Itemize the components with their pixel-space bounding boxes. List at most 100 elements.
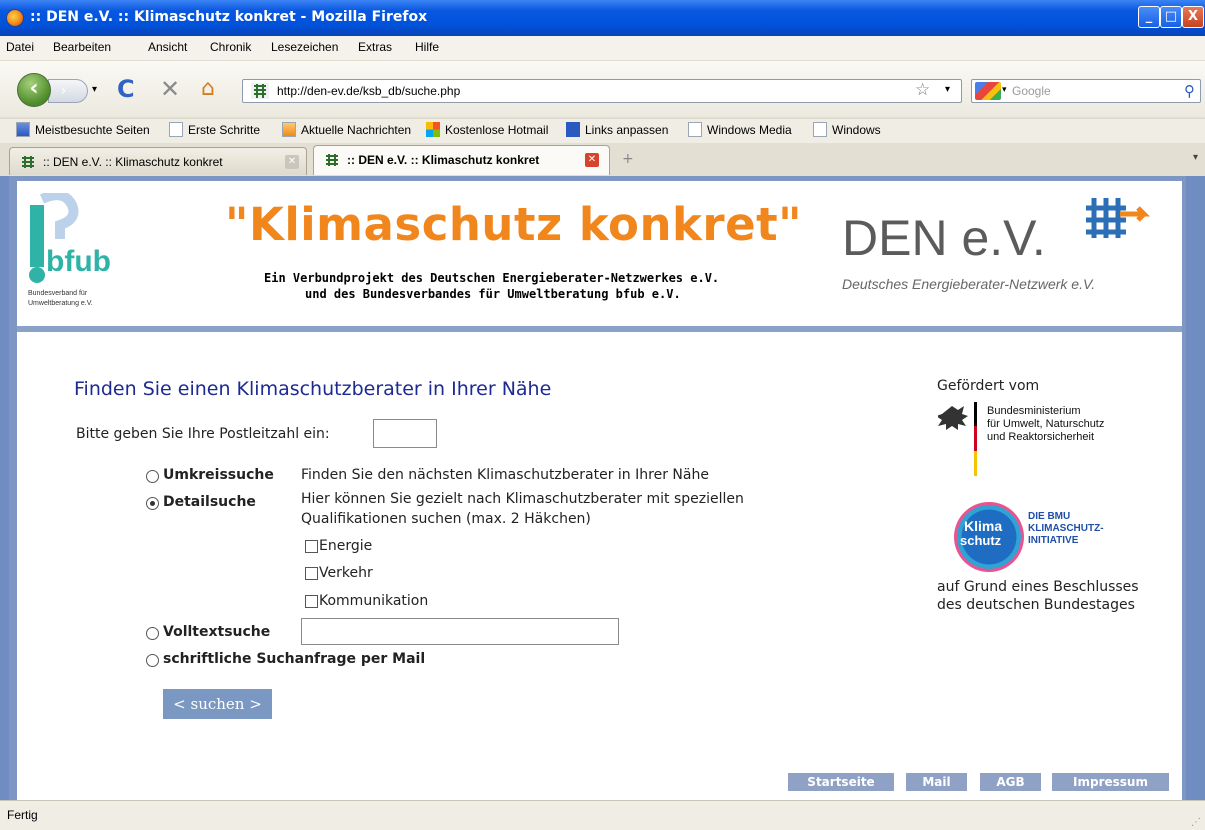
bookmark-erste-schritte[interactable]: Erste Schritte (169, 122, 260, 137)
menu-bearbeiten[interactable]: Bearbeiten (53, 40, 111, 54)
history-dropdown-icon[interactable]: ▾ (92, 84, 97, 95)
bookmark-meistbesuchte[interactable]: Meistbesuchte Seiten (16, 122, 150, 137)
minimize-button[interactable]: _ (1138, 6, 1160, 28)
checkbox-verkehr[interactable] (305, 567, 318, 580)
tab-close-icon[interactable]: ✕ (585, 153, 599, 167)
bfub-wordmark: bfub (46, 245, 111, 278)
footer-mail[interactable]: Mail (906, 773, 967, 791)
bookmark-windows-media[interactable]: Windows Media (688, 122, 792, 137)
bmu-text-line1: Bundesministerium (987, 405, 1081, 417)
bmu-text-line2: für Umwelt, Naturschutz (987, 418, 1105, 430)
search-placeholder[interactable]: Google (1012, 84, 1051, 98)
klimaschutz-badge: Klima schutz (954, 502, 1024, 572)
page-title: "Klimaschutz konkret" (225, 198, 803, 251)
radio-mail-anfrage[interactable] (146, 654, 159, 667)
label-detailsuche[interactable]: Detailsuche (163, 494, 256, 510)
footer-impressum[interactable]: Impressum (1052, 773, 1169, 791)
subtitle-line1: Ein Verbundprojekt des Deutschen Energie… (264, 271, 720, 285)
search-heading: Finden Sie einen Klimaschutzberater in I… (74, 378, 552, 400)
bookmark-windows[interactable]: Windows (813, 122, 881, 137)
menu-bar: Datei Bearbeiten Ansicht Chronik Lesezei… (0, 36, 1205, 61)
decision-text-line1: auf Grund eines Beschlusses (937, 579, 1139, 595)
search-button[interactable]: < suchen > (163, 689, 272, 719)
label-mail-anfrage[interactable]: schriftliche Suchanfrage per Mail (163, 651, 425, 667)
search-engine-dropdown-icon[interactable]: ▾ (1002, 85, 1007, 95)
address-bar[interactable]: http://den-ev.de/ksb_db/suche.php ☆ ▾ (242, 79, 962, 103)
tab-close-icon[interactable]: ✕ (285, 155, 299, 169)
home-icon[interactable]: ⌂ (201, 76, 215, 102)
bfub-text-line2: Umweltberatung e.V. (28, 300, 93, 307)
subtitle-line2: und des Bundesverbandes für Umweltberatu… (305, 287, 681, 301)
url-text[interactable]: http://den-ev.de/ksb_db/suche.php (277, 84, 460, 98)
page-icon (688, 122, 702, 137)
site-favicon-icon (326, 154, 338, 166)
den-logo-icon (1086, 198, 1151, 238)
search-bar[interactable]: ▾ Google ⚲ (971, 79, 1201, 103)
menu-datei[interactable]: Datei (6, 40, 34, 54)
checkbox-kommunikation[interactable] (305, 595, 318, 608)
plz-input[interactable] (373, 419, 437, 448)
bookmark-aktuelle-nachrichten[interactable]: Aktuelle Nachrichten (282, 122, 411, 137)
status-bar: Fertig ⋰ (0, 800, 1205, 830)
site-favicon-icon (22, 156, 34, 168)
forward-button[interactable]: › (48, 79, 88, 103)
label-kommunikation[interactable]: Kommunikation (319, 593, 428, 609)
menu-lesezeichen[interactable]: Lesezeichen (271, 40, 338, 54)
windows-logo-icon (426, 122, 440, 137)
close-button[interactable]: X (1182, 6, 1204, 28)
page-icon (169, 122, 183, 137)
tab-list-icon[interactable]: ▾ (1193, 152, 1198, 163)
new-tab-icon[interactable]: + (622, 151, 634, 167)
volltext-input[interactable] (301, 618, 619, 645)
maximize-button[interactable]: □ (1160, 6, 1182, 28)
desc-detailsuche-line2: Qualifikationen suchen (max. 2 Häkchen) (301, 511, 591, 527)
menu-hilfe[interactable]: Hilfe (415, 40, 439, 54)
menu-chronik[interactable]: Chronik (210, 40, 251, 54)
den-tagline: Deutsches Energieberater-Netzwerk e.V. (842, 276, 1096, 292)
search-engine-icon[interactable] (975, 82, 1001, 100)
label-verkehr[interactable]: Verkehr (319, 565, 373, 581)
label-volltextsuche[interactable]: Volltextsuche (163, 624, 270, 640)
label-energie[interactable]: Energie (319, 538, 372, 554)
tab-1[interactable]: :: DEN e.V. :: Klimaschutz konkret ✕ (9, 147, 307, 175)
frame-left (0, 176, 9, 800)
radio-umkreissuche[interactable] (146, 470, 159, 483)
rss-feed-icon (282, 122, 296, 137)
desc-umkreissuche: Finden Sie den nächsten Klimaschutzberat… (301, 467, 709, 483)
menu-ansicht[interactable]: Ansicht (148, 40, 187, 54)
bookmark-folder-icon (16, 122, 30, 137)
bookmark-kostenlose-hotmail[interactable]: Kostenlose Hotmail (426, 122, 548, 137)
den-logo-text: DEN e.V. (842, 210, 1046, 266)
funded-by-text: Gefördert vom (937, 378, 1040, 394)
checkbox-energie[interactable] (305, 540, 318, 553)
bmu-text-line3: und Reaktorsicherheit (987, 431, 1095, 443)
bfub-logo: bfub (29, 193, 111, 283)
footer-startseite[interactable]: Startseite (788, 773, 894, 791)
window-title: :: DEN e.V. :: Klimaschutz konkret - Moz… (30, 9, 428, 25)
resize-grip-icon[interactable]: ⋰ (1191, 817, 1201, 828)
header-divider (17, 326, 1182, 332)
klima-text-line1: DIE BMU (1028, 511, 1071, 522)
desc-detailsuche-line1: Hier können Sie gezielt nach Klimaschutz… (301, 491, 744, 507)
tab-2-active[interactable]: :: DEN e.V. :: Klimaschutz konkret ✕ (313, 145, 610, 175)
menu-extras[interactable]: Extras (358, 40, 392, 54)
site-favicon-icon (251, 83, 269, 99)
radio-volltextsuche[interactable] (146, 627, 159, 640)
window-title-bar[interactable]: :: DEN e.V. :: Klimaschutz konkret - Moz… (0, 0, 1205, 36)
label-umkreissuche[interactable]: Umkreissuche (163, 467, 274, 483)
decision-text-line2: des deutschen Bundestages (937, 597, 1135, 613)
stop-icon[interactable]: ✕ (160, 76, 180, 102)
url-dropdown-icon[interactable]: ▾ (945, 84, 950, 95)
bookmarks-bar: Meistbesuchte Seiten Erste Schritte Aktu… (0, 118, 1205, 144)
frame-right (1186, 176, 1205, 800)
footer-agb[interactable]: AGB (980, 773, 1041, 791)
bfub-text-line1: Bundesverband für (28, 290, 88, 297)
bookmark-links-anpassen[interactable]: Links anpassen (566, 122, 668, 137)
back-button[interactable]: ‹ (17, 73, 51, 107)
radio-detailsuche[interactable] (146, 497, 159, 510)
search-icon[interactable]: ⚲ (1184, 82, 1195, 100)
reload-icon[interactable]: C (117, 76, 135, 102)
federal-eagle-icon (938, 402, 977, 476)
bookmark-star-icon[interactable]: ☆ (915, 80, 930, 100)
firefox-icon (6, 9, 24, 27)
